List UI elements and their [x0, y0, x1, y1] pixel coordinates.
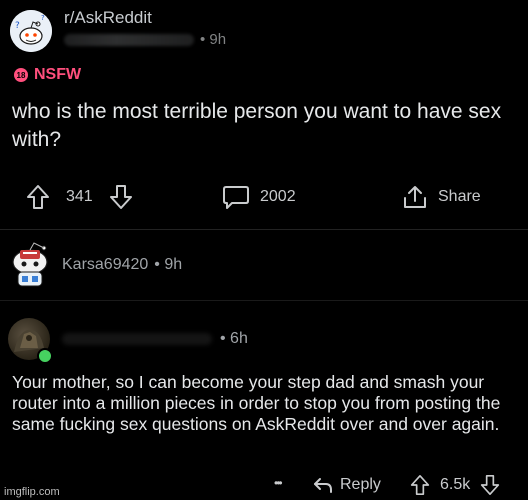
- nsfw-badge-icon: 18: [14, 68, 28, 82]
- upvote-count: 341: [66, 188, 93, 205]
- more-options-button[interactable]: •••: [274, 474, 282, 496]
- comment-score: 6.5k: [440, 476, 471, 493]
- svg-text:?: ?: [41, 14, 45, 22]
- comment-count: 2002: [260, 188, 296, 205]
- post-meta: • 9h: [64, 31, 226, 48]
- snoo-avatar-icon: ? ?: [10, 10, 52, 52]
- reply-icon: [314, 478, 332, 493]
- commenter-avatar[interactable]: [8, 238, 52, 290]
- upvote-icon[interactable]: [410, 474, 430, 496]
- online-indicator: [37, 348, 53, 364]
- comment-header: Karsa69420 • 9h: [62, 256, 182, 274]
- share-label: Share: [438, 188, 481, 205]
- share-button[interactable]: Share: [402, 184, 481, 210]
- comment-body: Your mother, so I can become your step d…: [12, 372, 501, 434]
- comment-icon: [223, 186, 249, 209]
- post-age: • 9h: [200, 31, 227, 48]
- svg-text:?: ?: [15, 21, 20, 31]
- vote-group: 341: [26, 184, 133, 210]
- subreddit-avatar[interactable]: ? ?: [10, 10, 52, 52]
- comments-button[interactable]: 2002: [222, 184, 296, 210]
- post-title[interactable]: who is the most terrible person you want…: [12, 98, 522, 154]
- comment-age: • 9h: [154, 256, 183, 273]
- watermark: imgflip.com: [4, 486, 60, 498]
- nsfw-tag: 18 NSFW: [14, 66, 81, 84]
- divider: [0, 300, 528, 301]
- comment-age: • 6h: [220, 330, 248, 347]
- upvote-icon[interactable]: [26, 184, 50, 210]
- redacted-username: [64, 33, 194, 46]
- more-options-icon: •••: [274, 476, 282, 490]
- post-action-bar: 341 2002 Share: [0, 178, 528, 218]
- share-icon: [404, 186, 426, 208]
- divider: [0, 229, 528, 230]
- downvote-icon[interactable]: [480, 474, 500, 496]
- nsfw-label: NSFW: [34, 66, 82, 83]
- commenter-username[interactable]: Karsa69420: [62, 256, 148, 274]
- reply-button[interactable]: Reply: [312, 474, 381, 496]
- reply-label: Reply: [340, 476, 381, 493]
- downvote-icon[interactable]: [109, 184, 133, 210]
- snoo-avatar-icon: [12, 242, 48, 287]
- comment-header: • 6h: [62, 330, 248, 348]
- subreddit-name[interactable]: r/AskReddit: [64, 8, 152, 28]
- comment-vote-group: 6.5k: [410, 474, 500, 496]
- redacted-username: [62, 333, 212, 345]
